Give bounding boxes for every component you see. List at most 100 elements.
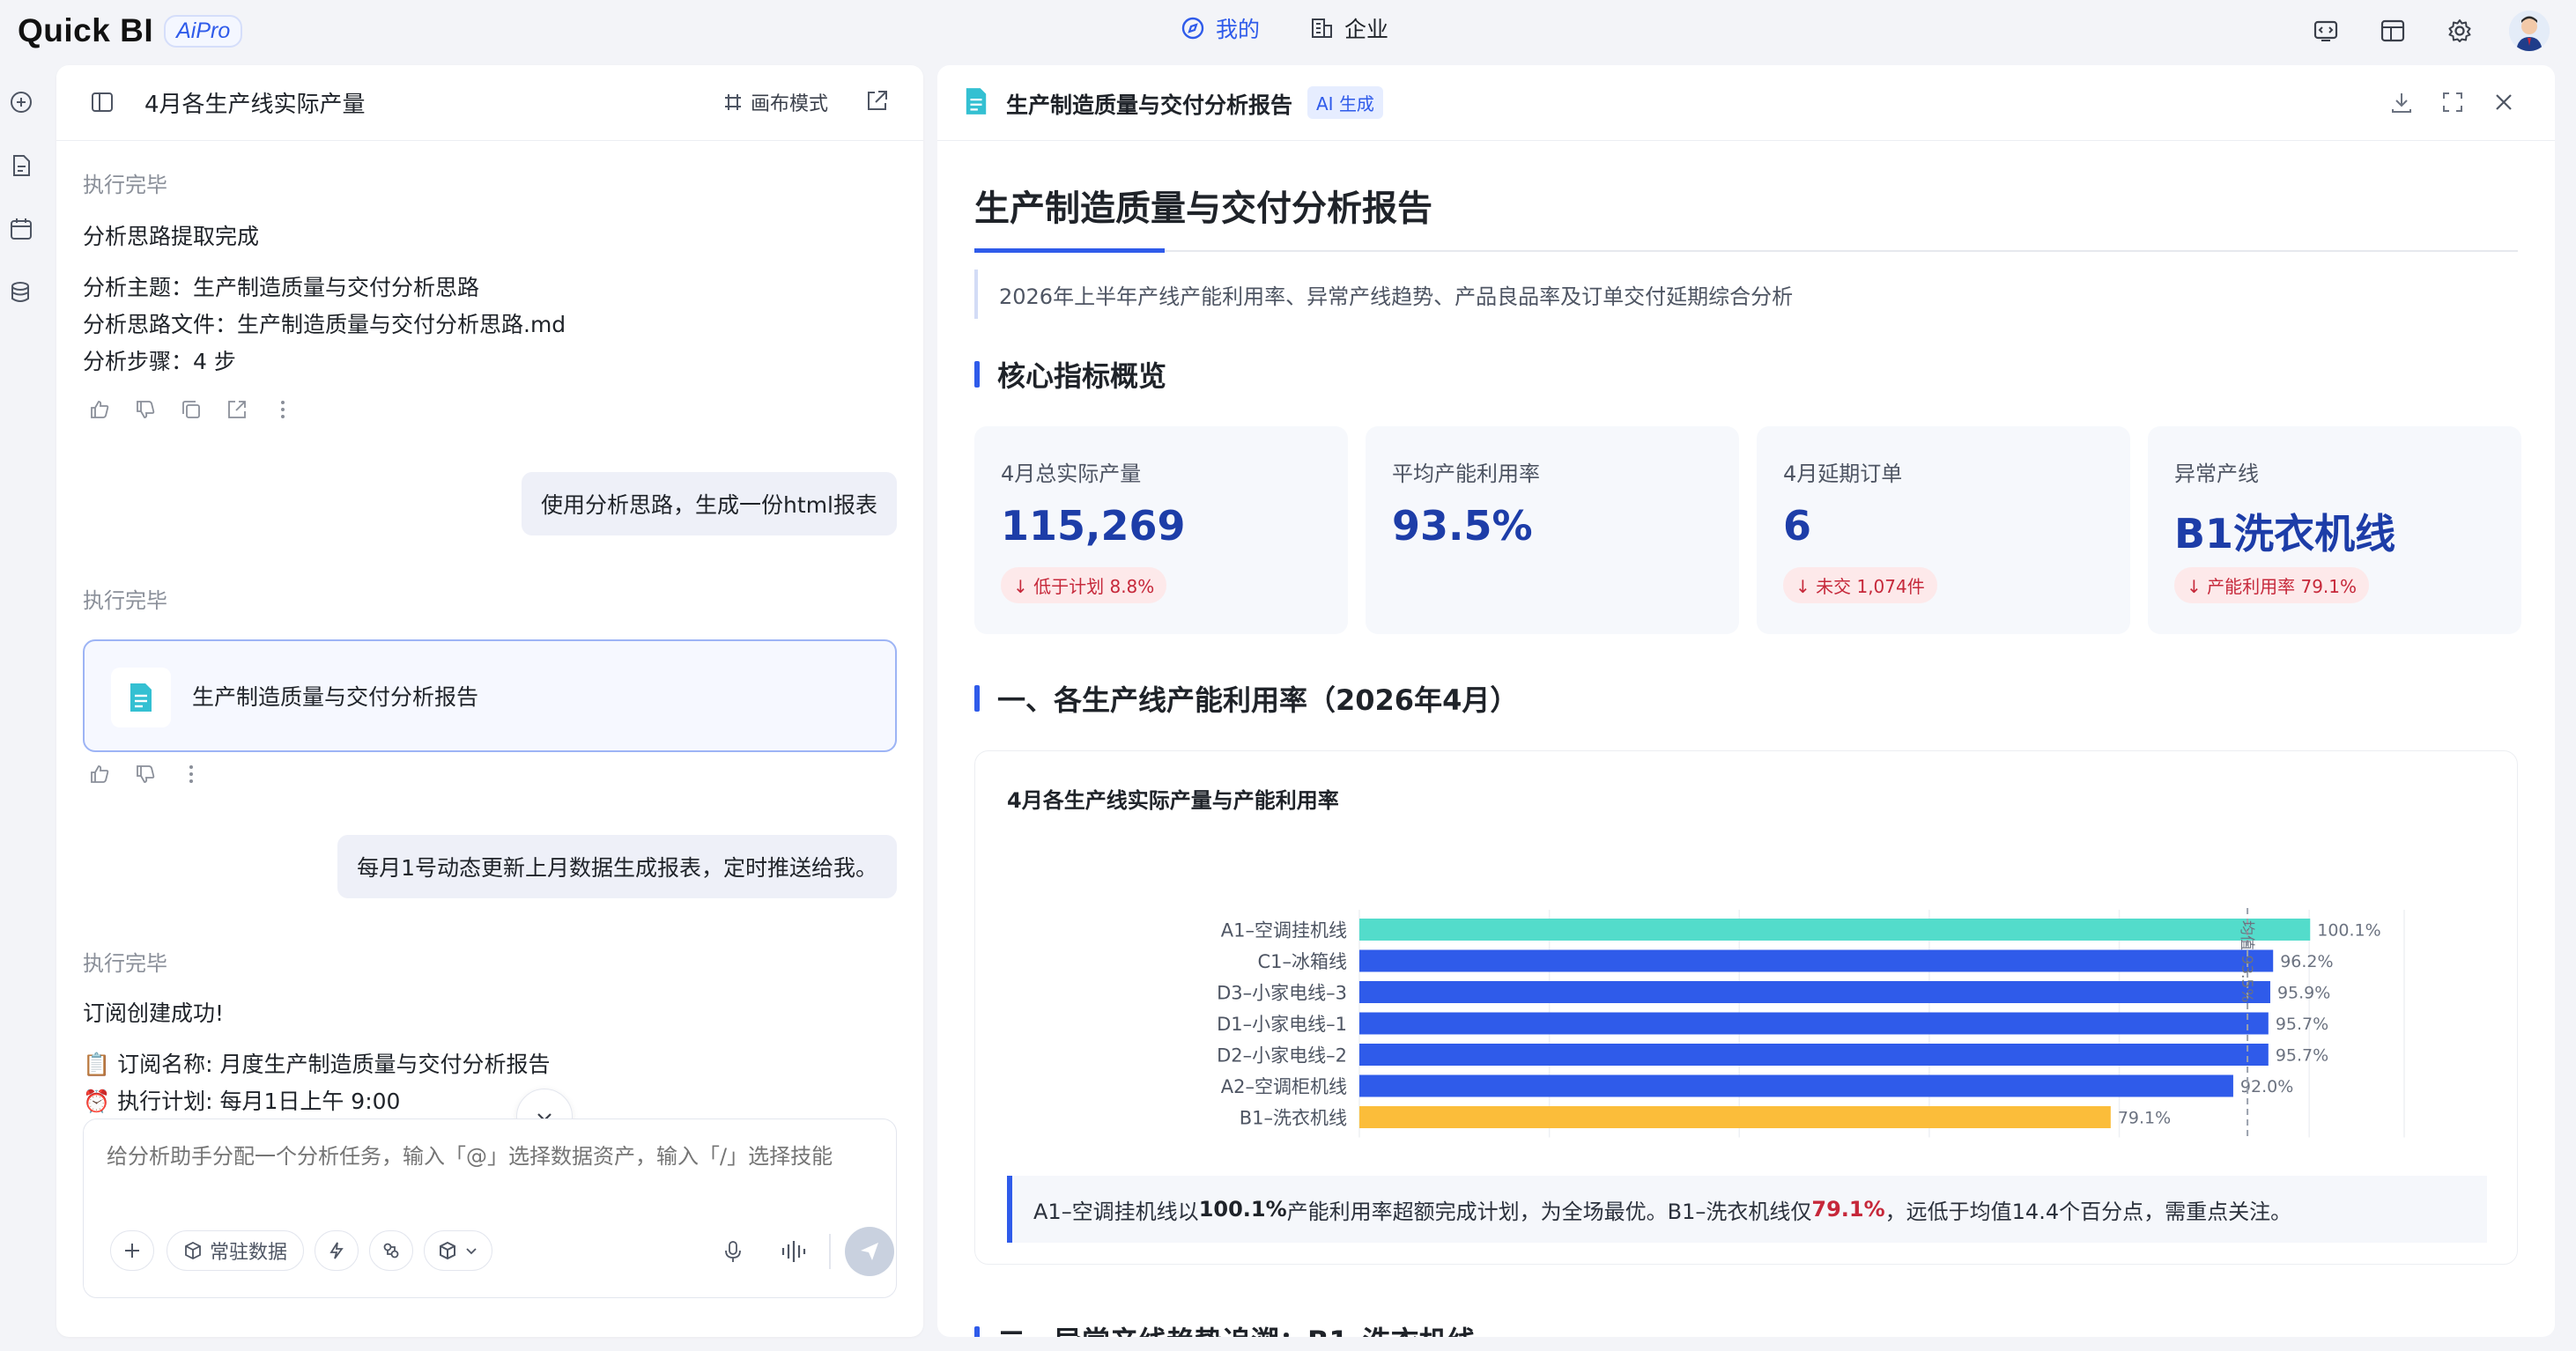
schedule-icon[interactable] — [5, 213, 37, 245]
subscription-plan-clip: ⏰ 执行计划: 每月1日上午 9:00 — [56, 1082, 923, 1113]
insight-text-3: ，远低于均值14.4个百分点，需重点关注。 — [1884, 1199, 2292, 1224]
user-avatar[interactable] — [2509, 11, 2550, 51]
status-done-1: 执行完毕 — [83, 173, 167, 197]
kpi-card-abnormal-line: 异常产线 B1洗衣机线 ↓ 产能利用率 79.1% — [2148, 426, 2521, 634]
kpi-tag: ↓ 产能利用率 79.1% — [2174, 567, 2370, 603]
top-right-tools — [2308, 11, 2550, 51]
thumbs-down-icon[interactable] — [134, 763, 157, 786]
skills-button[interactable] — [369, 1230, 413, 1271]
new-chat-icon[interactable] — [5, 86, 37, 118]
section-2-title: 二、异常产线趋势追溯：B1–洗衣机线 — [974, 1319, 1476, 1337]
logo-text: Quick BI — [18, 12, 154, 48]
report-panel: 生产制造质量与交付分析报告 AI 生成 生产制造质量与交付分析报告 2026年上… — [937, 65, 2555, 1337]
resident-data-button[interactable]: 常驻数据 — [167, 1230, 304, 1271]
chat-title: 4月各生产线实际产量 — [144, 92, 366, 118]
code-panel-icon[interactable] — [2308, 13, 2343, 48]
building-icon — [1309, 16, 1334, 41]
kpi-value: 6 — [1783, 502, 1812, 550]
open-external-icon[interactable] — [226, 398, 248, 421]
mean-line-label: 均值 93.5% — [2238, 920, 2255, 1002]
nav-tab-enterprise[interactable]: 企业 — [1309, 12, 1388, 44]
category-label: A2–空调柜机线 — [1221, 1076, 1347, 1097]
kpi-card-delayed-orders: 4月延期订单 6 ↓ 未交 1,074件 — [1757, 426, 2130, 634]
message-actions-1 — [88, 398, 294, 421]
top-bar: Quick BI AiPro 我的 企业 — [0, 0, 2576, 62]
close-icon[interactable] — [2491, 90, 2516, 114]
report-tab-title: 生产制造质量与交付分析报告 — [1006, 92, 1293, 118]
logo-badge: AiPro — [164, 14, 243, 48]
status-done-2: 执行完毕 — [83, 588, 167, 613]
sidebar-toggle-icon[interactable] — [90, 90, 115, 114]
microphone-icon[interactable] — [722, 1239, 744, 1264]
kpi-tag: ↓ 未交 1,074件 — [1783, 567, 1937, 603]
download-icon[interactable] — [2389, 90, 2414, 114]
insight-text-1: A1–空调挂机线以 — [1033, 1199, 1199, 1224]
top-nav: 我的 企业 — [1181, 12, 1388, 44]
chart-title: 4月各生产线实际产量与产能利用率 — [1007, 788, 1339, 813]
kpi-tag: ↓ 低于计划 8.8% — [1001, 567, 1167, 603]
nav-tab-mine[interactable]: 我的 — [1181, 12, 1260, 44]
kpi-label: 4月总实际产量 — [1001, 461, 1142, 486]
thumbs-up-icon[interactable] — [88, 763, 111, 786]
quick-action-button[interactable] — [315, 1230, 359, 1271]
section-1-title: 一、各生产线产能利用率（2026年4月） — [974, 678, 1518, 719]
canvas-mode-label: 画布模式 — [751, 93, 829, 115]
bar-value-label: 95.7% — [2276, 1015, 2328, 1034]
package-icon — [438, 1241, 457, 1260]
category-label: B1–洗衣机线 — [1240, 1108, 1347, 1129]
report-card-title: 生产制造质量与交付分析报告 — [192, 684, 479, 710]
thumbs-down-icon[interactable] — [134, 398, 157, 421]
category-label: D1–小家电线–1 — [1217, 1014, 1347, 1035]
kpi-label: 异常产线 — [2174, 461, 2259, 486]
msg-line-4: 分析步骤：4 步 — [83, 349, 236, 374]
more-icon[interactable] — [180, 763, 203, 786]
app-logo[interactable]: Quick BI AiPro — [18, 12, 243, 49]
database-icon[interactable] — [5, 277, 37, 308]
nav-tab-enterprise-label: 企业 — [1344, 17, 1389, 42]
add-button[interactable] — [110, 1230, 154, 1271]
canvas-icon — [722, 92, 744, 113]
msg-line-3: 分析思路文件：生产制造质量与交付分析思路.md — [83, 312, 566, 337]
kpi-value: B1洗衣机线 — [2174, 510, 2396, 557]
bar-value-label: 96.2% — [2280, 952, 2333, 971]
share-icon[interactable] — [863, 88, 890, 114]
gear-icon[interactable] — [2442, 13, 2477, 48]
document-icon[interactable] — [5, 150, 37, 181]
send-button[interactable] — [845, 1227, 894, 1276]
resident-data-label: 常驻数据 — [209, 1242, 287, 1264]
report-attachment-card[interactable]: 生产制造质量与交付分析报告 — [83, 639, 897, 752]
bar — [1359, 1044, 2269, 1066]
dashboard-icon[interactable] — [2375, 13, 2410, 48]
task-input[interactable] — [107, 1139, 875, 1192]
copy-icon[interactable] — [180, 398, 203, 421]
bar — [1359, 1012, 2269, 1035]
kpi-card-utilization: 平均产能利用率 93.5% — [1366, 426, 1739, 634]
report-file-icon — [111, 668, 171, 727]
voice-wave-icon[interactable] — [780, 1239, 810, 1264]
more-icon[interactable] — [271, 398, 294, 421]
lightning-icon — [327, 1241, 346, 1260]
insight-highlight-best: 100.1% — [1198, 1197, 1287, 1222]
insight-text-2: 产能利用率超额完成计划，为全场最优。B1–洗衣机线仅 — [1286, 1199, 1812, 1224]
chevron-down-icon — [464, 1244, 478, 1258]
chat-panel: 4月各生产线实际产量 画布模式 执行完毕 分析思路提取完成 分析主题：生产制造质… — [56, 65, 923, 1337]
utilization-bar-chart: 0%20%40%60%80%100%110%A1–空调挂机线100.1%C1–冰… — [1217, 908, 2405, 1138]
bar-value-label: 79.1% — [2118, 1109, 2171, 1128]
title-accent-bar — [974, 248, 1165, 253]
category-label: D2–小家电线–2 — [1217, 1045, 1347, 1067]
thumbs-up-icon[interactable] — [88, 398, 111, 421]
section-2-clip: 二、异常产线趋势追溯：B1–洗衣机线 — [937, 1310, 2555, 1337]
report-panel-header: 生产制造质量与交付分析报告 AI 生成 — [937, 65, 2555, 141]
category-label: D3–小家电线–3 — [1217, 983, 1347, 1004]
utilization-chart-card: 4月各生产线实际产量与产能利用率 0%20%40%60%80%100%110%A… — [974, 750, 2518, 1265]
chat-panel-header: 4月各生产线实际产量 画布模式 — [56, 65, 923, 141]
canvas-mode-button[interactable]: 画布模式 — [722, 88, 828, 116]
subscription-success: 订阅创建成功! — [83, 1000, 225, 1026]
fullscreen-icon[interactable] — [2440, 90, 2465, 114]
model-select-button[interactable] — [424, 1230, 492, 1271]
user-message-1: 使用分析思路，生成一份html报表 — [522, 472, 897, 535]
kpi-label: 4月延期订单 — [1783, 461, 1903, 486]
bar-value-label: 100.1% — [2317, 921, 2380, 941]
kpi-label: 平均产能利用率 — [1392, 461, 1540, 486]
nav-tab-mine-label: 我的 — [1216, 17, 1261, 42]
